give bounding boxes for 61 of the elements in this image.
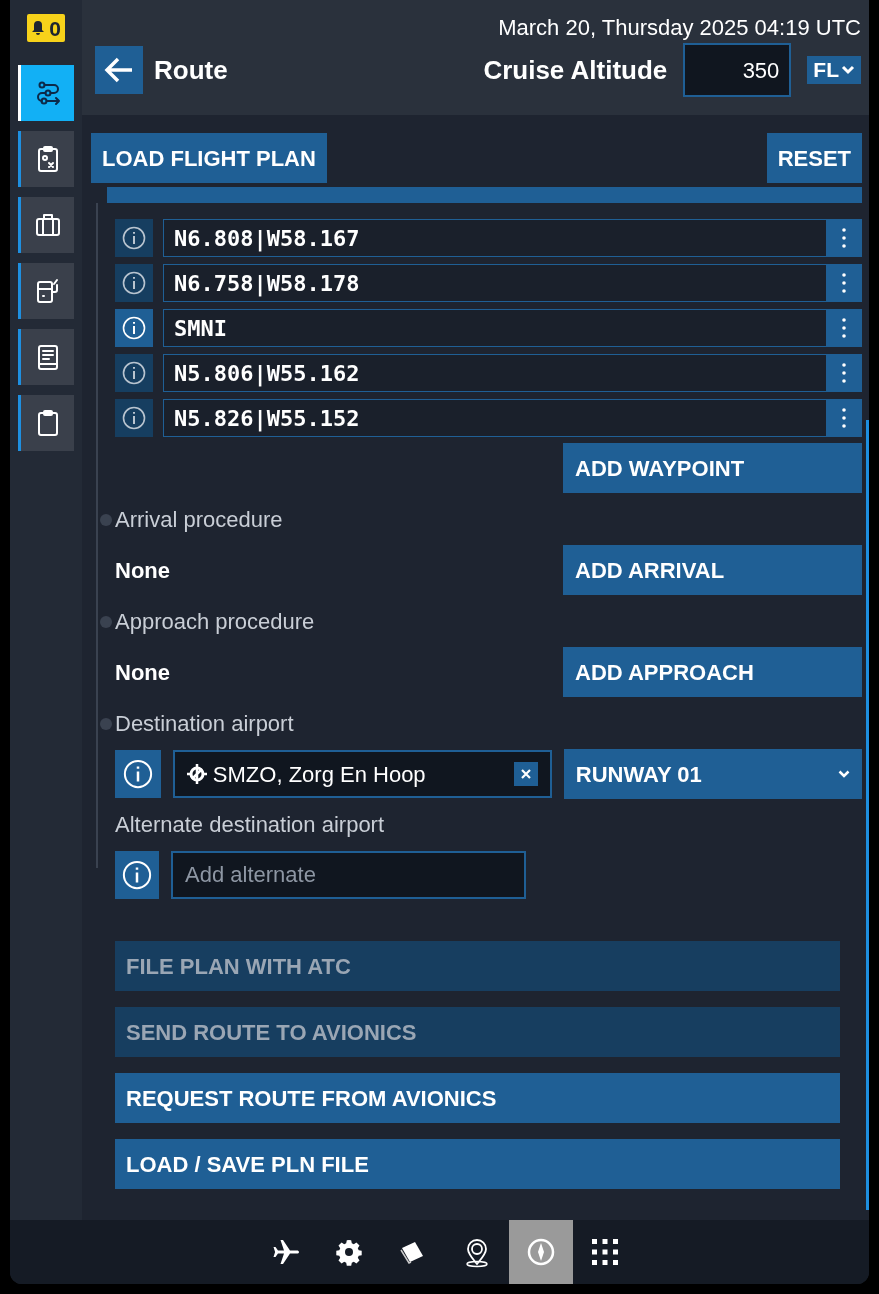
sidebar-tab[interactable]: [18, 329, 74, 385]
runway-dropdown[interactable]: RUNWAY 01: [563, 749, 862, 799]
date-time: March 20, Thursday 2025 04:19 UTC: [498, 14, 861, 42]
close-icon: [520, 769, 531, 779]
more-menu-button[interactable]: [826, 399, 862, 437]
more-vertical-icon: [842, 273, 846, 293]
section-label: Destination airport: [115, 709, 294, 738]
more-menu-button[interactable]: [826, 309, 862, 347]
more-vertical-icon: [842, 318, 846, 338]
destination-field[interactable]: SMZO, Zorg En Hoop: [172, 750, 552, 798]
more-menu-button[interactable]: [826, 264, 862, 302]
info-button[interactable]: [115, 851, 159, 899]
procedure-value: None: [115, 556, 170, 585]
more-vertical-icon: [842, 408, 846, 428]
info-icon: [122, 226, 146, 250]
clear-button[interactable]: [513, 762, 538, 786]
page-title: Route: [154, 53, 228, 87]
airport-icon: [184, 762, 209, 786]
info-icon: [122, 860, 152, 890]
info-button[interactable]: [115, 309, 153, 347]
load-flight-plan-button[interactable]: LOAD FLIGHT PLAN: [91, 133, 327, 183]
info-icon: [122, 361, 146, 385]
section-label: Alternate destination airport: [115, 810, 385, 839]
add-procedure-button[interactable]: ADD APPROACH: [563, 647, 862, 697]
scrollbar[interactable]: [866, 420, 869, 1210]
sidebar-tab[interactable]: [18, 197, 74, 253]
unit-dropdown[interactable]: FL: [807, 56, 861, 84]
more-vertical-icon: [842, 363, 846, 383]
chevron-down-icon: [841, 65, 855, 75]
add-waypoint-button[interactable]: ADD WAYPOINT: [563, 443, 862, 493]
info-icon: [122, 759, 153, 789]
back-button[interactable]: [95, 46, 143, 94]
info-button[interactable]: [115, 750, 161, 798]
procedure-value: None: [115, 658, 170, 687]
chevron-down-icon: [838, 770, 850, 778]
sidebar-tab[interactable]: [18, 263, 74, 319]
section-label: Arrival procedure: [115, 505, 283, 534]
suitcase-icon: [33, 211, 62, 239]
more-menu-button[interactable]: [826, 354, 862, 392]
sidebar-tab[interactable]: [18, 395, 74, 451]
info-button[interactable]: [115, 264, 153, 302]
info-button[interactable]: [115, 219, 153, 257]
cruise-altitude-label: Cruise Altitude: [483, 53, 668, 87]
info-icon: [122, 271, 146, 295]
reset-button[interactable]: RESET: [766, 133, 862, 183]
info-icon: [122, 316, 146, 340]
more-menu-button[interactable]: [826, 219, 862, 257]
cruise-altitude-field[interactable]: 350: [683, 43, 792, 97]
section-label: Approach procedure: [115, 607, 315, 636]
bell-icon: [31, 20, 46, 36]
info-icon: [122, 406, 146, 430]
info-button[interactable]: [115, 354, 153, 392]
alternate-field[interactable]: Add alternate: [171, 851, 526, 899]
action-button[interactable]: LOAD / SAVE PLN FILE: [115, 1139, 840, 1189]
add-procedure-button[interactable]: ADD ARRIVAL: [563, 545, 862, 595]
action-button[interactable]: REQUEST ROUTE FROM AVIONICS: [115, 1073, 840, 1123]
alert-badge[interactable]: 0: [27, 14, 65, 42]
more-vertical-icon: [842, 228, 846, 248]
back-arrow-icon: [104, 57, 134, 83]
info-button[interactable]: [115, 399, 153, 437]
sidebar-tab[interactable]: [18, 131, 74, 187]
